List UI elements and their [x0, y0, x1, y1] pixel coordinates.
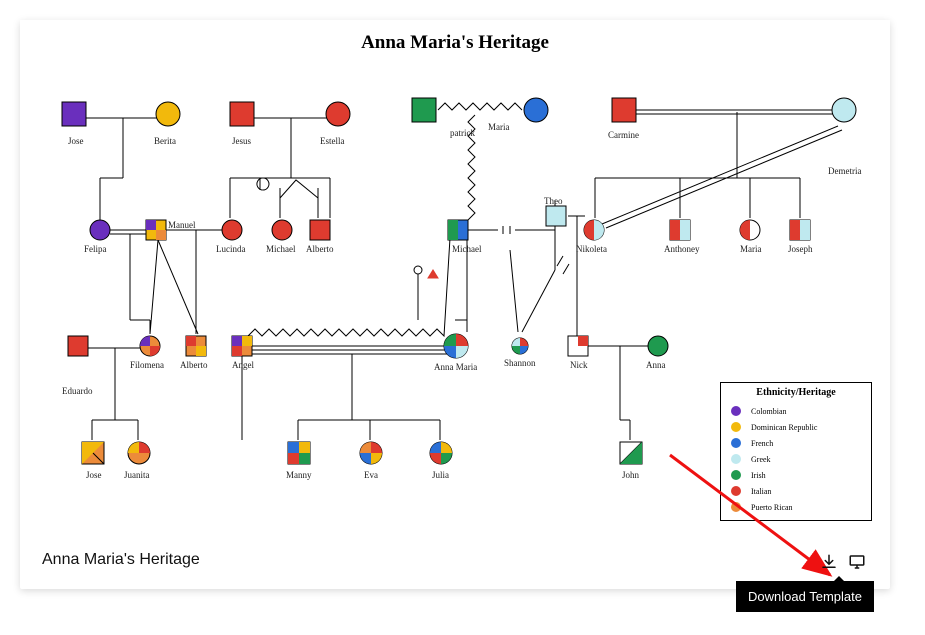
- open-editor-button[interactable]: [848, 553, 866, 571]
- monitor-icon: [848, 553, 866, 571]
- card-actions: Download Template: [820, 553, 866, 571]
- download-button[interactable]: [820, 553, 838, 571]
- template-card: Anna Maria's Heritage: [20, 20, 890, 589]
- download-tooltip: Download Template: [736, 581, 874, 612]
- download-icon: [820, 553, 838, 571]
- annotation-arrow: [20, 20, 890, 600]
- diagram-canvas: Anna Maria's Heritage: [20, 20, 890, 535]
